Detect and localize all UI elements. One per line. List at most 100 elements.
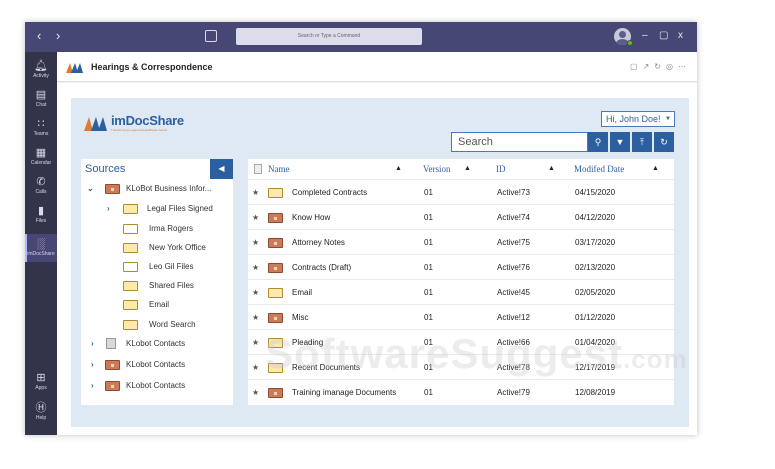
- folder-icon: [268, 188, 283, 198]
- briefcase-folder-icon: [105, 381, 120, 391]
- star-icon[interactable]: ★: [252, 305, 259, 330]
- minimize-icon[interactable]: –: [642, 31, 648, 41]
- tree-item[interactable]: › KLobot Contacts: [91, 334, 233, 353]
- star-icon[interactable]: ★: [252, 230, 259, 255]
- chevron-right-icon[interactable]: ›: [91, 334, 101, 353]
- table-row[interactable]: ★ Attorney Notes 01 Active!75 03/17/2020: [248, 229, 674, 254]
- table-row[interactable]: ★ Know How 01 Active!74 04/12/2020: [248, 204, 674, 229]
- sort-icon[interactable]: ▲︎: [395, 159, 402, 179]
- table-row[interactable]: ★ Email 01 Active!45 02/05/2020: [248, 279, 674, 304]
- close-icon[interactable]: x: [678, 31, 683, 41]
- row-name: Training imanage Documents: [292, 388, 397, 397]
- folder-icon: [123, 204, 138, 214]
- upload-button[interactable]: ⤒: [632, 132, 652, 152]
- maximize-icon[interactable]: ▢: [659, 31, 668, 41]
- sort-icon[interactable]: ▲︎: [464, 159, 471, 179]
- search-input[interactable]: Search: [451, 132, 588, 152]
- row-date: 02/05/2020: [575, 288, 616, 297]
- tree-item[interactable]: › KLobot Contacts: [91, 355, 233, 374]
- tree-item-label: Leo Gil Files: [149, 262, 194, 271]
- star-icon[interactable]: ★: [252, 180, 259, 205]
- file-icon: ▮: [37, 205, 45, 217]
- tree-item[interactable]: › KLobot Contacts: [91, 376, 233, 395]
- row-name: Completed Contracts: [292, 188, 368, 197]
- star-icon[interactable]: ★: [252, 330, 259, 355]
- row-id: Active!45: [497, 288, 530, 297]
- rail-item-activity[interactable]: 🔔︎ Activity: [25, 60, 57, 80]
- brand-mark-icon: [84, 117, 107, 131]
- row-version: 01: [424, 213, 433, 222]
- tree-item[interactable]: Email: [123, 295, 233, 314]
- row-id: Active!74: [497, 213, 530, 222]
- row-id: Active!76: [497, 263, 530, 272]
- folder-icon: [123, 262, 138, 272]
- chat-icon: ▤: [35, 89, 47, 101]
- collapse-button[interactable]: ◀: [210, 159, 233, 179]
- rail-label: Help: [35, 415, 47, 421]
- table-row[interactable]: ★ Misc 01 Active!12 01/12/2020: [248, 304, 674, 329]
- row-version: 01: [424, 263, 433, 272]
- row-date: 04/12/2020: [575, 213, 616, 222]
- chevron-right-icon[interactable]: ›: [91, 355, 101, 374]
- chevron-down-icon[interactable]: ⌄: [87, 179, 97, 198]
- star-icon[interactable]: ★: [252, 255, 259, 280]
- table-row[interactable]: ★ Completed Contracts 01 Active!73 04/15…: [248, 179, 674, 204]
- row-version: 01: [424, 313, 433, 322]
- forward-icon[interactable]: ›: [56, 29, 60, 43]
- document-icon: [106, 338, 116, 349]
- tree-item[interactable]: ⌄ KLoBot Business Infor...: [87, 179, 233, 198]
- tree-item[interactable]: Irma Rogers: [123, 219, 233, 238]
- tree-item[interactable]: Leo Gil Files: [123, 257, 233, 276]
- brand-tagline: Transforming Legal and Healthcare Sector: [111, 128, 168, 132]
- star-icon[interactable]: ★: [252, 380, 259, 405]
- rail-item-apps[interactable]: ⊞ Apps: [25, 372, 57, 392]
- tree-item[interactable]: › Legal Files Signed: [107, 199, 233, 218]
- user-greeting: Hi, John Doe!: [606, 114, 661, 124]
- rail-item-imdocshare[interactable]: ░ imDocShare: [25, 234, 57, 262]
- star-icon[interactable]: ★: [252, 205, 259, 230]
- header-actions[interactable]: ▢↗↻◎⋯: [630, 62, 691, 71]
- rail-item-help[interactable]: Ⓗ Help: [25, 402, 57, 422]
- tree-item-label: KLobot Contacts: [126, 360, 186, 369]
- briefcase-folder-icon: [105, 184, 120, 194]
- back-icon[interactable]: ‹: [37, 29, 41, 43]
- column-header-id[interactable]: ID: [496, 159, 506, 179]
- column-header-version[interactable]: Version: [423, 159, 451, 179]
- compose-icon[interactable]: [205, 30, 217, 42]
- star-icon[interactable]: ★: [252, 280, 259, 305]
- tree-item-label: New York Office: [149, 243, 206, 252]
- tree-item-label: Word Search: [149, 320, 196, 329]
- watermark-suffix: .com: [623, 344, 688, 374]
- tree-item[interactable]: New York Office: [123, 238, 233, 257]
- rail-item-teams[interactable]: ∷ Teams: [25, 118, 57, 138]
- column-header-name[interactable]: Name: [268, 159, 290, 179]
- row-date: 01/12/2020: [575, 313, 616, 322]
- refresh-button[interactable]: ↻: [654, 132, 674, 152]
- rail-label: Apps: [35, 385, 47, 391]
- tree-item[interactable]: Word Search: [123, 315, 233, 334]
- rail-item-calendar[interactable]: ▦ Calendar: [25, 147, 57, 167]
- table-row[interactable]: ★ Training imanage Documents 01 Active!7…: [248, 379, 674, 404]
- column-header-modified[interactable]: Modifed Date: [574, 159, 624, 179]
- row-date: 12/08/2019: [575, 388, 616, 397]
- brand-logo: imDocShare Transforming Legal and Health…: [83, 110, 193, 136]
- rail-item-files[interactable]: ▮ Files: [25, 205, 57, 225]
- app-logo-icon: [66, 63, 83, 73]
- rail-item-calls[interactable]: ✆ Calls: [25, 176, 57, 196]
- sort-icon[interactable]: ▲︎: [652, 159, 659, 179]
- chevron-right-icon[interactable]: ›: [91, 376, 101, 395]
- rail-item-chat[interactable]: ▤ Chat: [25, 89, 57, 109]
- row-name: Contracts (Draft): [292, 263, 352, 272]
- tree-item[interactable]: Shared Files: [123, 276, 233, 295]
- sort-icon[interactable]: ▲︎: [548, 159, 555, 179]
- table-row[interactable]: ★ Contracts (Draft) 01 Active!76 02/13/2…: [248, 254, 674, 279]
- tree-item-label: Shared Files: [149, 281, 194, 290]
- command-search-input[interactable]: Search or Type a Command: [236, 28, 422, 45]
- chevron-right-icon[interactable]: ›: [107, 199, 117, 218]
- briefcase-folder-icon: [268, 388, 283, 398]
- filter-button[interactable]: ▼: [610, 132, 630, 152]
- search-button[interactable]: ⚲: [588, 132, 608, 152]
- star-icon[interactable]: ★: [252, 355, 259, 380]
- refresh-icon: ↻: [660, 137, 668, 147]
- user-menu-dropdown[interactable]: Hi, John Doe! ▼: [601, 111, 675, 127]
